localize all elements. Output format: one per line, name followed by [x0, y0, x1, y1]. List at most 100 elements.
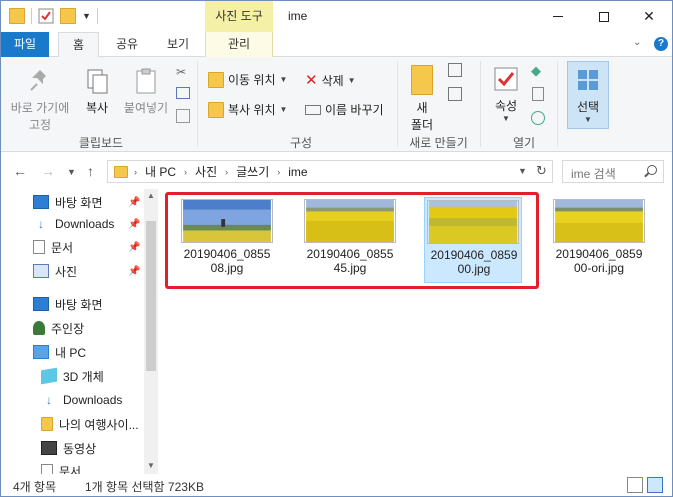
nav-item-user[interactable]: 주인장 [33, 317, 84, 339]
nav-item-videos[interactable]: 동영상 [41, 437, 96, 459]
nav-item-documents[interactable]: 문서 [41, 460, 81, 474]
copy-path-icon[interactable] [176, 87, 190, 99]
tab-home[interactable]: 홈 [58, 32, 99, 58]
breadcrumb-separator-icon[interactable]: › [225, 167, 228, 177]
nav-item-downloads[interactable]: ↓ Downloads [41, 389, 122, 411]
paste-shortcut-icon[interactable] [176, 109, 190, 123]
pin-icon[interactable]: 📌 [128, 266, 140, 277]
picture-tools-context-label: 사진 도구 [205, 1, 273, 32]
close-icon: ✕ [643, 8, 655, 24]
ribbon-tabs: 파일 홈 공유 보기 관리 ⌄ ? [1, 32, 672, 58]
properties-check-icon[interactable] [38, 8, 54, 24]
nav-pane-scrollbar[interactable]: ▲ ▼ [144, 189, 158, 474]
breadcrumb-separator-icon[interactable]: › [134, 167, 137, 177]
minimize-button[interactable] [535, 1, 581, 32]
scroll-up-icon[interactable]: ▲ [147, 191, 155, 200]
breadcrumb-separator-icon[interactable]: › [277, 167, 280, 177]
file-item[interactable]: 20190406_0855 08.jpg [178, 197, 276, 283]
easy-access-icon[interactable] [448, 87, 462, 101]
file-item-selected[interactable]: 20190406_0859 00.jpg [424, 197, 522, 283]
pictures-icon [33, 264, 49, 278]
pin-icon[interactable]: 📌 [128, 197, 140, 208]
breadcrumb-this-pc[interactable]: 내 PC [145, 163, 176, 180]
address-bar[interactable]: › 내 PC › 사진 › 글쓰기 › ime ▼ ↻ [107, 160, 553, 183]
nav-item-3d-objects[interactable]: 3D 개체 [41, 365, 104, 387]
nav-item-quick-downloads[interactable]: ↓ Downloads [33, 213, 114, 235]
tab-view[interactable]: 보기 [158, 32, 198, 57]
nav-item-label: 바탕 화면 [55, 297, 103, 312]
paste-button[interactable]: 붙여넣기 [119, 67, 173, 116]
file-item[interactable]: 20190406_0855 45.jpg [301, 197, 399, 283]
address-history-chevron-icon[interactable]: ▼ [518, 166, 527, 176]
edit-icon[interactable] [532, 87, 544, 101]
delete-button[interactable]: ✕ 삭제 ▼ [305, 71, 356, 89]
search-box[interactable]: ime 검색 [562, 160, 664, 183]
collapse-ribbon-chevron-icon[interactable]: ⌄ [633, 37, 641, 48]
properties-button[interactable]: 속성 ▼ [487, 65, 525, 123]
select-button[interactable]: 선택 ▼ [567, 61, 609, 129]
nav-item-quick-documents[interactable]: 문서 [33, 236, 73, 258]
new-folder-label-line1: 새 [416, 101, 428, 115]
folder-icon[interactable] [9, 8, 25, 24]
breadcrumb-pictures[interactable]: 사진 [195, 163, 217, 180]
window-title: ime [288, 9, 308, 23]
group-separator [557, 61, 558, 147]
nav-item-this-pc[interactable]: 내 PC [33, 341, 86, 363]
maximize-button[interactable] [581, 1, 627, 32]
back-arrow-icon[interactable]: ← [13, 163, 27, 179]
customize-toolbar-chevron-icon[interactable]: ▼ [82, 11, 91, 21]
move-to-icon [208, 71, 224, 88]
breadcrumb-ime[interactable]: ime [288, 165, 307, 179]
refresh-icon[interactable]: ↻ [536, 163, 547, 179]
nav-item-quick-desktop[interactable]: 바탕 화면 [33, 191, 103, 213]
copy-to-button[interactable]: 복사 위치 ▼ [208, 101, 287, 118]
view-switcher [627, 477, 663, 493]
group-separator [397, 61, 398, 147]
computer-icon [33, 345, 49, 359]
pin-icon[interactable]: 📌 [128, 219, 140, 230]
large-icons-view-icon[interactable] [647, 477, 663, 493]
help-icon[interactable]: ? [654, 37, 668, 51]
new-folder-icon[interactable] [60, 8, 76, 24]
tab-share[interactable]: 공유 [107, 32, 147, 57]
details-view-icon[interactable] [627, 477, 643, 493]
paste-label: 붙여넣기 [123, 101, 169, 115]
forward-arrow-icon[interactable]: → [41, 163, 55, 179]
pin-label-line2: 고정 [28, 118, 52, 132]
open-icon[interactable]: ◆ [531, 63, 541, 79]
search-placeholder: ime 검색 [571, 167, 616, 181]
up-arrow-icon[interactable]: ↑ [87, 163, 94, 179]
scrollbar-thumb[interactable] [146, 221, 156, 371]
nav-item-desktop[interactable]: 바탕 화면 [33, 293, 103, 315]
nav-item-quick-pictures[interactable]: 사진 [33, 260, 77, 282]
nav-item-label: 내 PC [55, 345, 87, 360]
file-item[interactable]: 20190406_0859 00-ori.jpg [550, 197, 648, 283]
3d-objects-icon [41, 367, 57, 385]
tab-file[interactable]: 파일 [1, 32, 49, 57]
status-bar: 4개 항목 1개 항목 선택함 723KB [1, 474, 672, 496]
recent-locations-chevron-icon[interactable]: ▼ [67, 167, 76, 177]
scroll-down-icon[interactable]: ▼ [147, 461, 155, 470]
breadcrumb-writing[interactable]: 글쓰기 [236, 163, 269, 180]
properties-label: 속성 [494, 99, 518, 113]
nav-item-travel-folder[interactable]: 나의 여행사이... [41, 413, 139, 435]
cut-icon[interactable]: ✂ [176, 65, 186, 79]
file-name-line2: 00-ori.jpg [573, 261, 625, 275]
explorer-window: ▼ 사진 도구 ime ✕ 파일 홈 공유 보기 관리 ⌄ ? 바로 가기에 고… [0, 0, 673, 497]
file-name-line2: 45.jpg [333, 261, 367, 275]
pin-to-quick-access-button[interactable]: 바로 가기에 고정 [7, 67, 73, 133]
move-to-button[interactable]: 이동 위치 ▼ [208, 71, 287, 88]
selection-info: 1개 항목 선택함 723KB [85, 480, 204, 494]
nav-item-label: 주인장 [51, 321, 85, 336]
close-button[interactable]: ✕ [626, 1, 672, 32]
file-list: 20190406_0855 08.jpg 20190406_0855 45.jp… [158, 189, 672, 474]
tab-manage[interactable]: 관리 [205, 32, 273, 57]
rename-button[interactable]: 이름 바꾸기 [305, 101, 384, 118]
pin-icon[interactable]: 📌 [128, 242, 140, 253]
copy-button[interactable]: 복사 [77, 67, 117, 116]
new-folder-button[interactable]: 새 폴더 [404, 65, 440, 133]
new-item-icon[interactable] [448, 63, 462, 77]
history-icon[interactable] [531, 111, 545, 125]
breadcrumb-separator-icon[interactable]: › [184, 167, 187, 177]
nav-item-label: 나의 여행사이... [59, 417, 139, 432]
